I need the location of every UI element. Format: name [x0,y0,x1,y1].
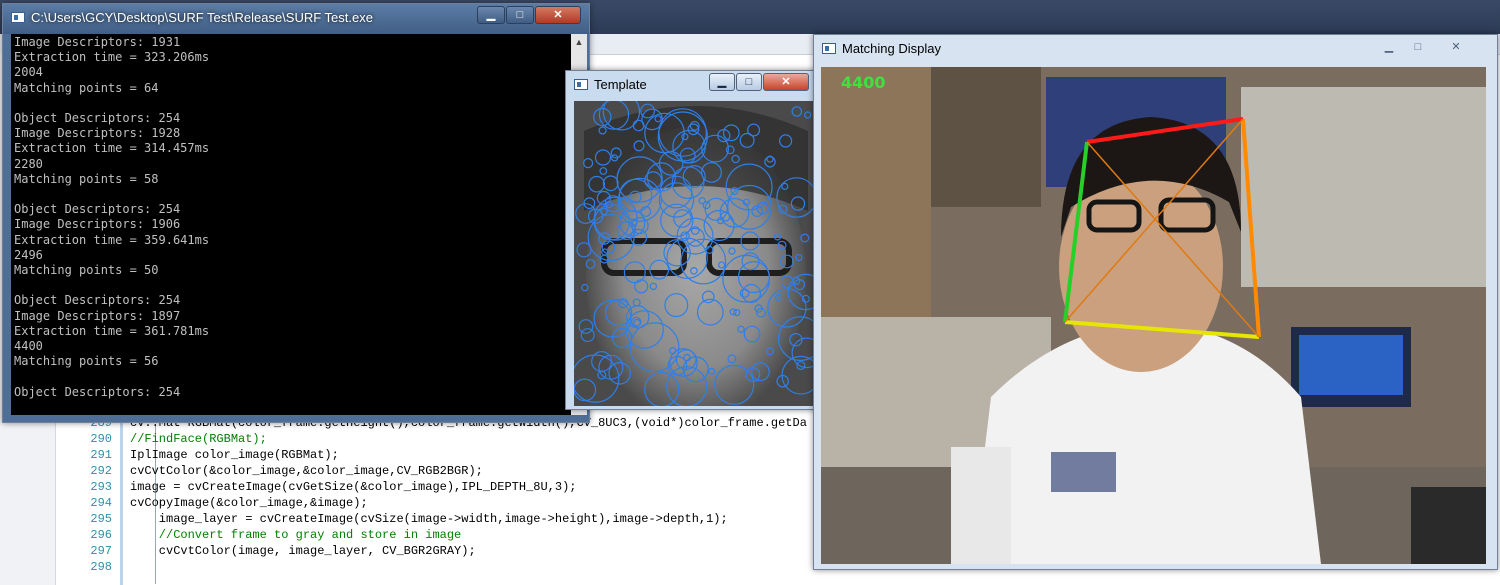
line-number: 290 [90,432,112,446]
line-number-gutter: 289 290 291 292 293 294 295 296 297 298 [60,410,120,585]
code-line[interactable]: IplImage color_image(RGBMat); [130,447,339,463]
console-line: Image Descriptors: 1928 [14,126,181,141]
matching-display-window[interactable]: Matching Display ▁ □ ✕ 4400 [813,34,1498,570]
template-minimize-button[interactable]: ▁ [709,73,735,91]
code-line[interactable]: cvCopyImage(&color_image,&image); [130,495,368,511]
matching-titlebar[interactable]: Matching Display ▁ □ ✕ [814,35,1497,63]
console-app-icon [11,12,25,23]
console-line: 2004 [14,65,43,80]
person-arm [951,447,1011,564]
console-line: Image Descriptors: 1906 [14,217,181,232]
template-window[interactable]: Template ▁ □ ✕ [565,70,820,410]
line-number: 298 [90,560,112,574]
shelf-boxes-left [821,67,931,317]
template-app-icon [574,79,588,90]
console-titlebar[interactable]: C:\Users\GCY\Desktop\SURF Test\Release\S… [3,4,589,34]
console-line: 2280 [14,156,43,171]
shirt-logo [1051,452,1116,492]
console-line: Matching points = 56 [14,354,159,369]
overlay-match-count: 4400 [841,73,886,92]
console-line: Extraction time = 359.641ms [14,232,210,247]
matching-close-button[interactable]: ✕ [1442,39,1470,57]
camera-frame: 4400 [821,67,1486,564]
matching-app-icon [822,43,836,54]
console-line: Object Descriptors: 254 [14,202,181,217]
console-line: Extraction time = 314.457ms [14,141,210,156]
line-number: 291 [90,448,112,462]
wall-panel [1241,87,1486,287]
speaker [1411,487,1486,564]
editor-change-margin [120,410,123,585]
code-line[interactable]: //FindFace(RGBMat); [130,431,267,447]
console-minimize-button[interactable]: ▁ [477,6,505,24]
matching-minimize-button[interactable]: ▁ [1377,39,1401,57]
camera-frame-canvas [821,67,1486,564]
template-maximize-button[interactable]: □ [736,73,762,91]
console-line: Matching points = 50 [14,263,159,277]
template-image-canvas [574,101,818,406]
console-window[interactable]: C:\Users\GCY\Desktop\SURF Test\Release\S… [2,3,590,423]
matching-maximize-button[interactable]: □ [1406,39,1430,57]
line-number: 297 [90,544,112,558]
template-title: Template [594,77,647,92]
line-number: 296 [90,528,112,542]
template-face-image [574,101,818,406]
line-number: 292 [90,464,112,478]
console-line: Extraction time = 323.206ms [14,50,210,65]
code-line[interactable]: //Convert frame to gray and store in ima… [130,527,461,543]
console-line: Object Descriptors: 254 [14,111,181,125]
code-line[interactable]: image = cvCreateImage(cvGetSize(&color_i… [130,479,576,495]
scroll-up-arrow-icon[interactable]: ▲ [571,34,587,50]
console-line: Image Descriptors: 1931 [14,35,181,49]
console-title: C:\Users\GCY\Desktop\SURF Test\Release\S… [31,10,373,25]
console-line: 2496 [14,247,43,262]
line-number: 293 [90,480,112,494]
line-number: 294 [90,496,112,510]
template-close-button[interactable]: ✕ [763,73,809,91]
code-text-area[interactable]: cv::Mat RGBMat(color_frame.getHeight(),c… [130,410,830,585]
console-line: Matching points = 58 [14,171,159,186]
console-line: Matching points = 64 [14,80,159,95]
console-output: Image Descriptors: 1931 Extraction time =… [11,34,571,415]
line-number: 295 [90,512,112,526]
console-line: Object Descriptors: 254 [14,384,181,399]
console-maximize-button[interactable]: □ [506,6,534,24]
code-line[interactable]: cvCvtColor(&color_image,&color_image,CV_… [130,463,483,479]
console-line: Extraction time = 361.781ms [14,323,210,338]
console-line: Object Descriptors: 254 [14,293,181,308]
console-line: 4400 [14,339,43,353]
code-line[interactable]: image_layer = cvCreateImage(cvSize(image… [130,511,728,527]
template-titlebar[interactable]: Template ▁ □ ✕ [566,71,819,99]
code-line[interactable]: cvCvtColor(image, image_layer, CV_BGR2GR… [130,543,476,559]
monitor-screen [1299,335,1403,395]
matching-title: Matching Display [842,41,941,56]
console-line: Image Descriptors: 1897 [14,308,181,323]
console-close-button[interactable]: ✕ [535,6,581,24]
bookshelf [931,67,1041,207]
